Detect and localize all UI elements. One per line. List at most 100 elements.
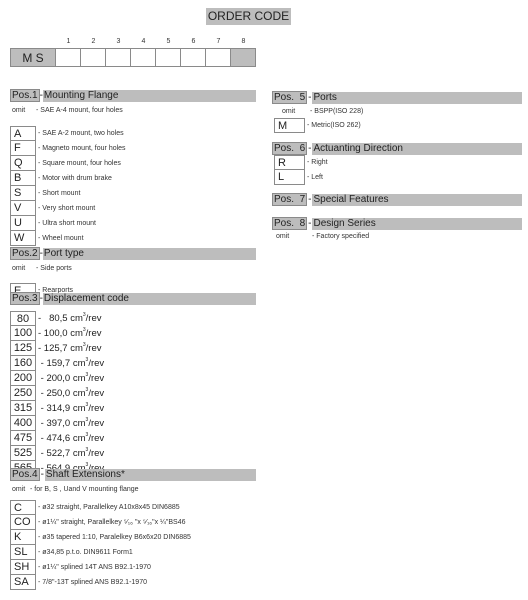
section-header: Pos. 8 - Design Series <box>272 217 522 230</box>
section-position-label: Pos. 8 <box>272 217 308 230</box>
displacement-code: 80 <box>10 311 36 326</box>
displacement-code: 100 <box>10 326 36 341</box>
code-position-number: 8 <box>241 38 246 45</box>
section-position-label: Pos. 7 <box>272 193 308 206</box>
option-desc: - Magneto mount, four holes <box>38 145 126 152</box>
section-pos8: Pos. 8 - Design Series omit - Factory sp… <box>272 217 522 243</box>
list-item: U- Ultra short mount <box>10 216 256 231</box>
option-code: B <box>10 171 36 186</box>
displacement-code: 250 <box>10 386 36 401</box>
option-desc: - Motor with drum brake <box>38 175 112 182</box>
displacement-number: - 250,0 <box>38 388 71 399</box>
unit-text: /rev <box>85 343 102 354</box>
code-cell-4 <box>131 48 156 67</box>
list-item: C- ø32 straight, Parallelkey A10x8x45 DI… <box>10 500 256 515</box>
list-item: 160 - 159,7 cm3/rev <box>10 356 256 371</box>
code-cell-1 <box>56 48 81 67</box>
option-desc: - Wheel mount <box>38 235 84 242</box>
code-cell-3 <box>106 48 131 67</box>
displacement-value: - 250,0 cm3/rev <box>36 388 105 400</box>
option-code: M <box>274 118 305 133</box>
section-title: Design Series <box>312 217 522 230</box>
list-item: K- ø35 tapered 1:10, Paralelkey B6x6x20 … <box>10 530 256 545</box>
unit-text: /rev <box>88 418 105 429</box>
option-code: K <box>10 530 36 545</box>
unit-text: /rev <box>88 433 105 444</box>
displacement-code: 125 <box>10 341 36 356</box>
option-desc: - Ultra short mount <box>38 220 96 227</box>
omit-row: omit - BSPP(ISO 228) <box>272 106 522 118</box>
option-desc: - 7/8"-13T splined ANS B92.1-1970 <box>38 579 147 586</box>
displacement-value: - 474,6 cm3/rev <box>36 433 105 445</box>
omit-desc: - Side ports <box>36 265 72 272</box>
unit-text: /rev <box>88 373 105 384</box>
section-position-label: Pos. 5 <box>272 91 308 104</box>
unit-text: cm <box>70 313 83 324</box>
omit-desc: - BSPP(ISO 228) <box>310 108 364 115</box>
list-item: SH - ø1¼" splined 14T ANS B92.1-1970 <box>10 560 256 575</box>
omit-key: omit <box>282 108 296 115</box>
displacement-list: 80- 80,5 cm3/rev 100- 100,0 cm3/rev 125- 1… <box>10 311 256 476</box>
code-position-number: 7 <box>216 38 221 45</box>
list-item: W- Wheel mount <box>10 231 256 246</box>
option-desc: - SAE A-2 mount, two holes <box>38 130 124 137</box>
section-title: Actuanting Direction <box>312 142 522 155</box>
list-item: A- SAE A-2 mount, two holes <box>10 126 256 141</box>
option-desc: - Square mount, four holes <box>38 160 121 167</box>
code-position-number: 3 <box>116 38 121 45</box>
list-item: 475 - 474,6 cm3/rev <box>10 431 256 446</box>
displacement-number: - 159,7 <box>38 358 71 369</box>
unit-text: cm <box>72 358 86 369</box>
code-position-numbers: 1 2 3 4 5 6 7 8 <box>56 38 256 45</box>
unit-text: /rev <box>85 328 102 339</box>
section-position-label: Pos.3 <box>10 292 40 305</box>
option-code: U <box>10 216 36 231</box>
list-item: F- Magneto mount, four holes <box>10 141 256 156</box>
option-code: L <box>274 170 305 185</box>
option-code: F <box>10 141 36 156</box>
code-cell-7 <box>206 48 231 67</box>
option-desc: - ø35 tapered 1:10, Paralelkey B6x6x20 D… <box>38 534 191 541</box>
omit-key: omit <box>12 107 26 114</box>
option-code: C <box>10 500 36 515</box>
option-code: V <box>10 201 36 216</box>
unit-text: /rev <box>88 448 105 459</box>
displacement-value: - 80,5 cm3/rev <box>36 313 102 325</box>
displacement-code: 160 <box>10 356 36 371</box>
omit-key: omit <box>12 486 26 493</box>
code-position-number: 6 <box>191 38 196 45</box>
omit-row: omit - Factory specified <box>272 231 522 243</box>
section-pos1: Pos.1 - Mounting Flange omit - SAE A-4 m… <box>10 89 256 246</box>
code-cell-8 <box>231 48 256 67</box>
section-title: Ports <box>312 91 522 104</box>
displacement-code: 525 <box>10 446 36 461</box>
list-item: 125- 125,7 cm3/rev <box>10 341 256 356</box>
option-list: A- SAE A-2 mount, two holes F- Magneto m… <box>10 126 256 246</box>
list-item: M- Metric(ISO 262) <box>272 118 522 133</box>
unit-text: /rev <box>88 388 105 399</box>
list-item: L- Left <box>272 170 522 185</box>
section-pos7: Pos. 7 - Special Features <box>272 193 522 206</box>
section-title: Port type <box>42 247 256 260</box>
option-code: CO <box>10 515 36 530</box>
code-cell-6 <box>181 48 206 67</box>
option-list: R- Right L- Left <box>272 155 522 185</box>
option-code: SL <box>10 545 36 560</box>
section-header: Pos.2 - Port type <box>10 247 256 260</box>
displacement-number: - 397,0 <box>38 418 71 429</box>
list-item: 250 - 250,0 cm3/rev <box>10 386 256 401</box>
section-title: Special Features <box>312 193 522 206</box>
section-header: Pos.1 - Mounting Flange <box>10 89 256 102</box>
option-desc: - Left <box>307 174 323 181</box>
section-header: Pos.4 - Shaft Extensions* <box>10 468 256 481</box>
displacement-value: - 397,0 cm3/rev <box>36 418 105 430</box>
unit-text: cm <box>70 328 83 339</box>
list-item: 525 - 522,7 cm3/rev <box>10 446 256 461</box>
displacement-code: 400 <box>10 416 36 431</box>
code-position-number: 5 <box>166 38 171 45</box>
omit-desc: - SAE A-4 mount, four holes <box>36 107 123 114</box>
option-desc: - Very short mount <box>38 205 96 212</box>
section-position-label: Pos.2 <box>10 247 40 260</box>
list-item: B- Motor with drum brake <box>10 171 256 186</box>
section-position-label: Pos.1 <box>10 89 40 102</box>
